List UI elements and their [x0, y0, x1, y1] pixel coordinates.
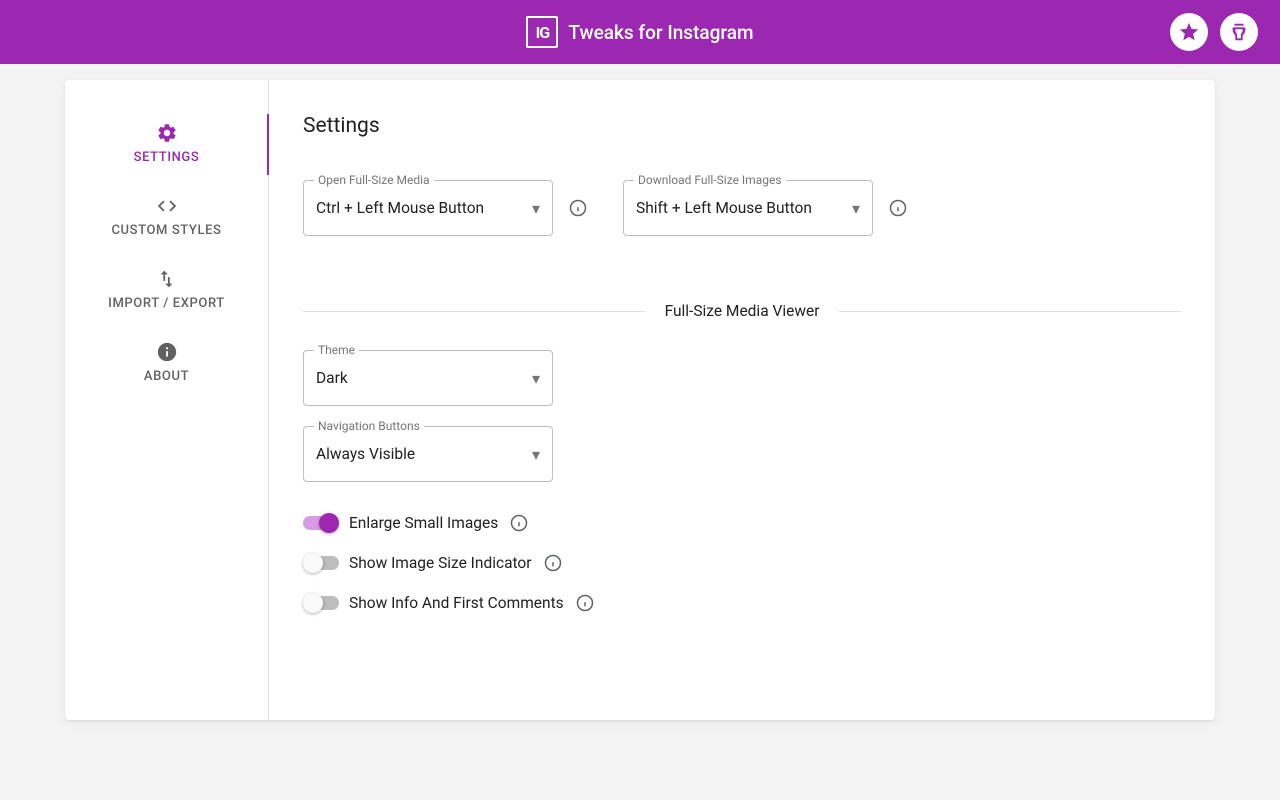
enlarge-switch[interactable]	[303, 513, 339, 533]
info-comments-info[interactable]	[574, 592, 596, 614]
chevron-down-icon: ▾	[852, 199, 860, 218]
download-media-select[interactable]: Download Full-Size Images Shift + Left M…	[623, 180, 873, 236]
main-content: Settings Open Full-Size Media Ctrl + Lef…	[269, 80, 1215, 720]
size-indicator-info[interactable]	[542, 552, 564, 574]
sidebar-item-custom-styles[interactable]: CUSTOM STYLES	[65, 181, 268, 254]
donate-button[interactable]	[1220, 13, 1258, 51]
gear-icon	[156, 122, 178, 144]
section-title: Full-Size Media Viewer	[645, 302, 840, 320]
sidebar-item-import-export[interactable]: IMPORT / EXPORT	[65, 254, 268, 327]
sidebar-item-about[interactable]: ABOUT	[65, 327, 268, 400]
section-divider: Full-Size Media Viewer	[303, 302, 1181, 320]
open-media-group: Open Full-Size Media Ctrl + Left Mouse B…	[303, 180, 589, 236]
info-outline-icon	[543, 553, 563, 573]
divider-line	[839, 311, 1181, 312]
chevron-down-icon: ▾	[532, 369, 540, 388]
info-outline-icon	[568, 198, 588, 218]
viewer-fields: Theme Dark ▾ Navigation Buttons Always V…	[303, 350, 1181, 482]
info-comments-switch[interactable]	[303, 593, 339, 613]
app-logo: IG	[526, 16, 558, 48]
field-label: Theme	[314, 343, 359, 357]
field-value: Ctrl + Left Mouse Button	[316, 199, 532, 217]
field-label: Download Full-Size Images	[634, 173, 786, 187]
field-value: Shift + Left Mouse Button	[636, 199, 852, 217]
divider-line	[303, 311, 645, 312]
toggle-label: Show Image Size Indicator	[349, 554, 532, 572]
top-bar: IG Tweaks for Instagram	[0, 0, 1280, 64]
download-media-info[interactable]	[887, 197, 909, 219]
sidebar-item-label: SETTINGS	[134, 150, 200, 165]
info-outline-icon	[888, 198, 908, 218]
enlarge-info[interactable]	[508, 512, 530, 534]
rate-button[interactable]	[1170, 13, 1208, 51]
field-value: Dark	[316, 369, 532, 387]
open-media-info[interactable]	[567, 197, 589, 219]
sidebar-item-label: ABOUT	[144, 369, 189, 384]
size-indicator-switch[interactable]	[303, 553, 339, 573]
toggle-enlarge: Enlarge Small Images	[303, 512, 1181, 534]
main-card: SETTINGS CUSTOM STYLES IMPORT / EXPORT A…	[65, 80, 1215, 720]
toggle-label: Enlarge Small Images	[349, 514, 498, 532]
sidebar-item-label: CUSTOM STYLES	[111, 223, 221, 238]
chevron-down-icon: ▾	[532, 199, 540, 218]
chevron-down-icon: ▾	[532, 445, 540, 464]
info-icon	[156, 341, 178, 363]
star-icon	[1178, 21, 1200, 43]
sidebar: SETTINGS CUSTOM STYLES IMPORT / EXPORT A…	[65, 80, 269, 720]
shortcut-row: Open Full-Size Media Ctrl + Left Mouse B…	[303, 180, 1181, 236]
code-icon	[156, 195, 178, 217]
download-media-group: Download Full-Size Images Shift + Left M…	[623, 180, 909, 236]
info-outline-icon	[575, 593, 595, 613]
theme-select[interactable]: Theme Dark ▾	[303, 350, 553, 406]
app-title: Tweaks for Instagram	[568, 21, 753, 44]
field-value: Always Visible	[316, 445, 532, 463]
toggle-label: Show Info And First Comments	[349, 594, 564, 612]
page-title: Settings	[303, 114, 1181, 138]
app-logo-text: IG	[536, 23, 550, 42]
coffee-icon	[1228, 21, 1250, 43]
sidebar-item-label: IMPORT / EXPORT	[108, 296, 225, 311]
field-label: Open Full-Size Media	[314, 173, 434, 187]
toggle-list: Enlarge Small Images Show Image Size Ind…	[303, 512, 1181, 614]
top-actions	[1170, 13, 1258, 51]
open-media-select[interactable]: Open Full-Size Media Ctrl + Left Mouse B…	[303, 180, 553, 236]
sidebar-item-settings[interactable]: SETTINGS	[65, 108, 268, 181]
import-export-icon	[156, 268, 178, 290]
toggle-info-comments: Show Info And First Comments	[303, 592, 1181, 614]
nav-buttons-select[interactable]: Navigation Buttons Always Visible ▾	[303, 426, 553, 482]
field-label: Navigation Buttons	[314, 419, 424, 433]
toggle-size-indicator: Show Image Size Indicator	[303, 552, 1181, 574]
info-outline-icon	[509, 513, 529, 533]
